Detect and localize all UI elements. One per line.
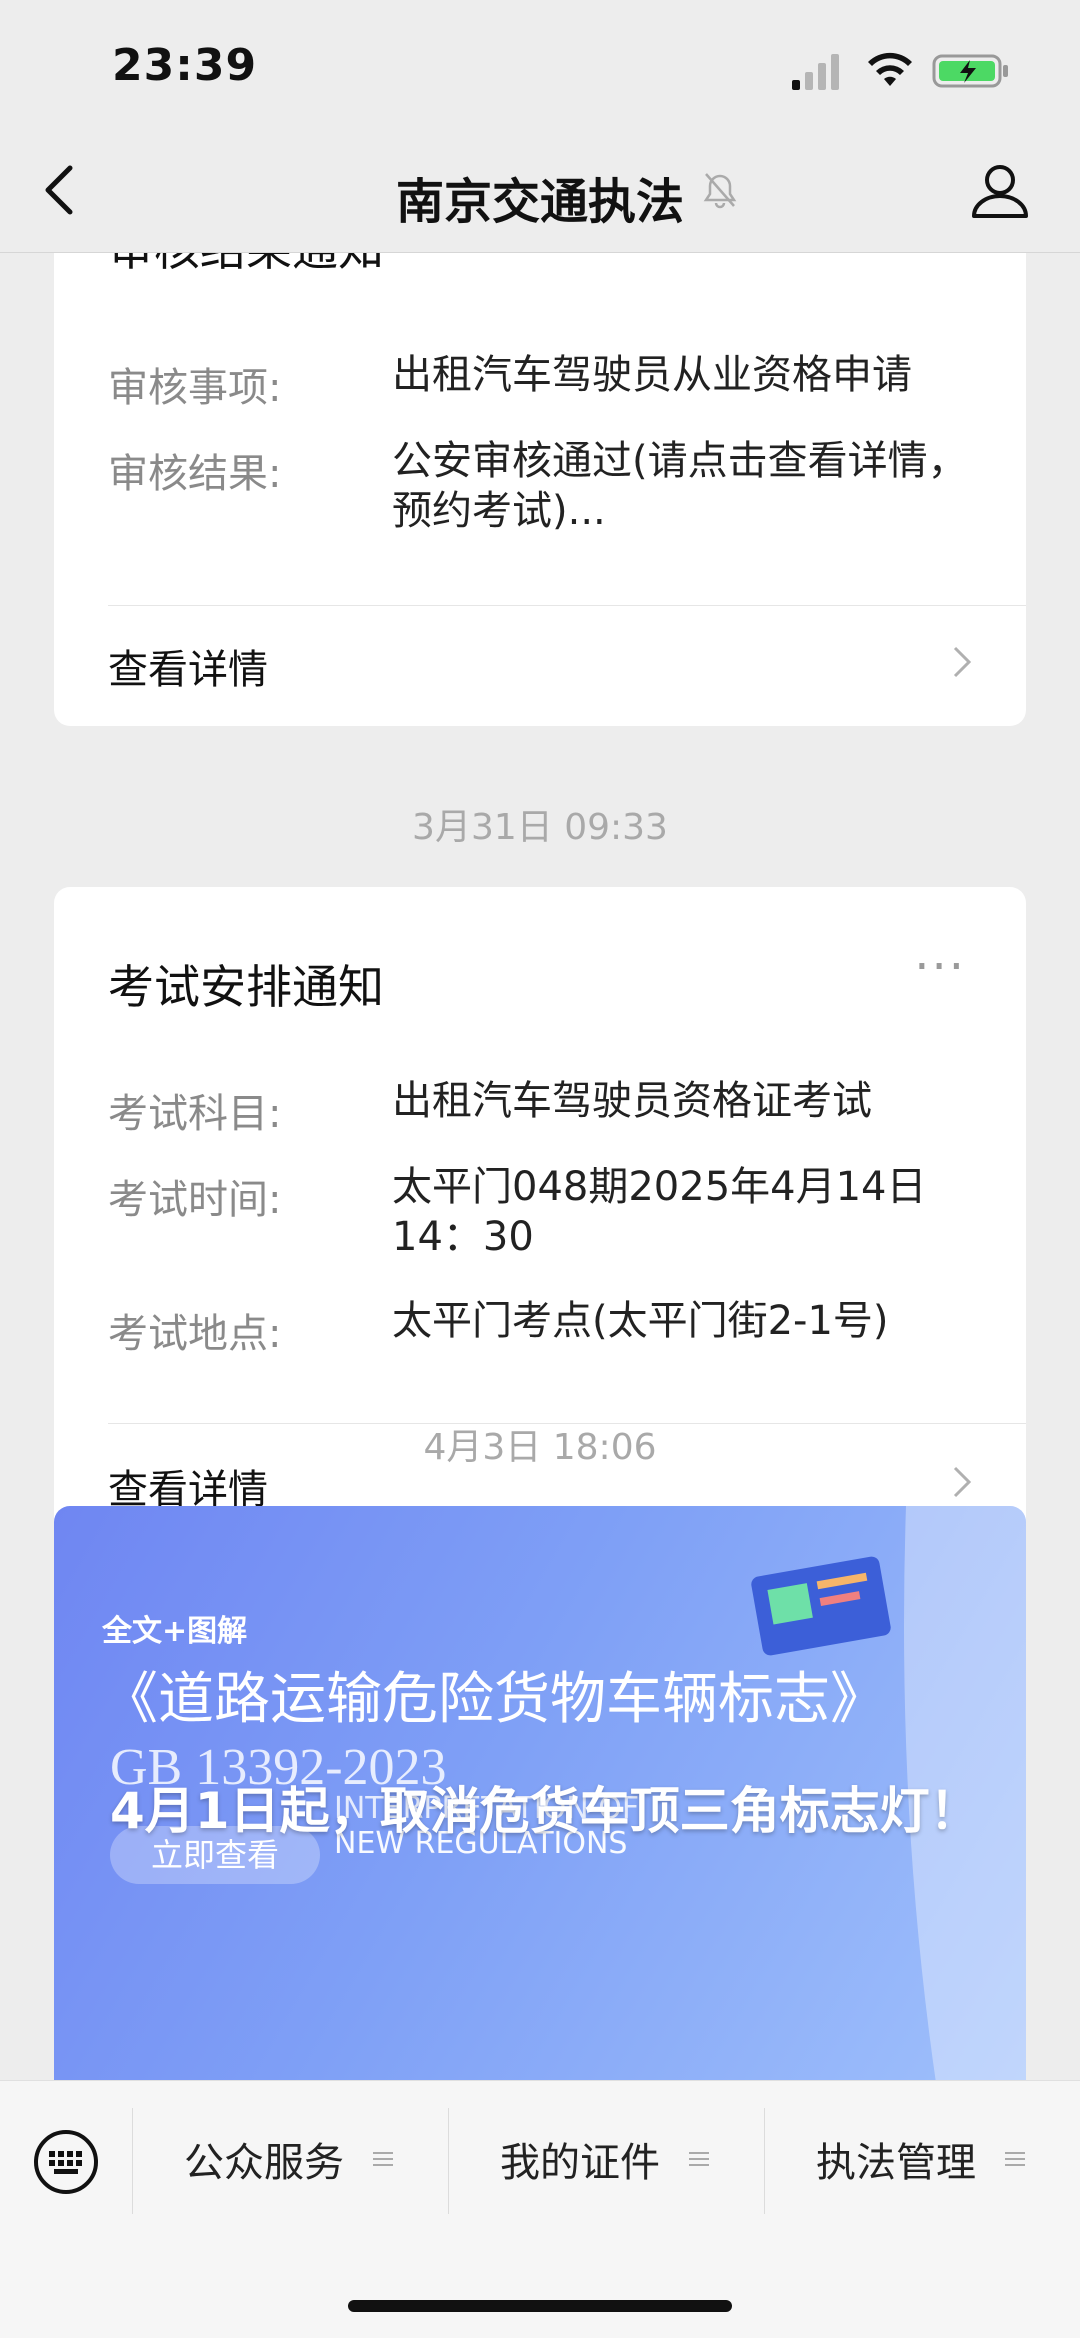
- row-value: 出租汽车驾驶员从业资格申请: [392, 352, 912, 398]
- review-result-card[interactable]: 审核结果通知 审核事项: 出租汽车驾驶员从业资格申请 审核结果: 公安审核通过(…: [54, 253, 1026, 726]
- chevron-right-icon: [953, 1466, 972, 1498]
- row-value: 太平门048期2025年4月14日14：30: [392, 1164, 927, 1260]
- menu-label: 执法管理: [816, 2140, 976, 2186]
- muted-bell-icon: [703, 173, 737, 209]
- menu-label: 公众服务: [184, 2140, 344, 2186]
- page-title: 南京交通执法: [395, 174, 684, 230]
- divider: [108, 605, 1026, 606]
- battery-charging-icon: [932, 54, 1008, 88]
- submenu-icon: [372, 2152, 393, 2166]
- banner-tag: 全文+图解: [102, 1614, 248, 1649]
- row-value: 出租汽车驾驶员资格证考试: [392, 1078, 872, 1124]
- message-timestamp: 4月3日 18:06: [423, 1427, 657, 1468]
- wifi-icon: [868, 52, 912, 86]
- more-options-icon[interactable]: ···: [914, 939, 966, 995]
- menu-label: 我的证件: [500, 2140, 660, 2186]
- menu-separator: [764, 2108, 765, 2214]
- menu-public-services[interactable]: 公众服务: [184, 2130, 393, 2190]
- submenu-icon: [1004, 2152, 1025, 2166]
- status-time: 23:39: [112, 40, 258, 91]
- cellular-signal-icon: [792, 54, 839, 90]
- article-banner[interactable]: 全文+图解 《道路运输危险货物车辆标志》 GB 13392-2023 INTER…: [54, 1506, 1026, 2083]
- profile-icon[interactable]: [970, 160, 1030, 220]
- keyboard-icon[interactable]: [32, 2128, 100, 2196]
- chevron-right-icon: [953, 646, 972, 678]
- view-details-link[interactable]: 查看详情: [108, 637, 268, 695]
- row-label: 审核事项:: [108, 365, 282, 411]
- article-title: 4月1日起，取消危货车顶三角标志灯！: [110, 1782, 980, 1840]
- menu-enforcement-management[interactable]: 执法管理: [816, 2130, 1025, 2190]
- card-title: 考试安排通知: [108, 960, 384, 1014]
- row-label: 考试时间:: [108, 1177, 282, 1223]
- menu-separator: [132, 2108, 133, 2214]
- home-indicator[interactable]: [348, 2300, 732, 2312]
- message-timestamp: 3月31日 09:33: [412, 807, 668, 848]
- row-label: 审核结果:: [108, 451, 282, 497]
- row-label: 考试科目:: [108, 1091, 282, 1137]
- submenu-icon: [688, 2152, 709, 2166]
- message-list[interactable]: 审核结果通知 审核事项: 出租汽车驾驶员从业资格申请 审核结果: 公安审核通过(…: [0, 253, 1080, 2083]
- menu-separator: [448, 2108, 449, 2214]
- card-title: 审核结果通知: [108, 253, 384, 279]
- row-label: 考试地点:: [108, 1311, 282, 1357]
- banner-heading: 《道路运输危险货物车辆标志》: [102, 1667, 886, 1732]
- row-value: 公安审核通过(请点击查看详情，预约考试)...: [392, 438, 968, 534]
- menu-my-certificates[interactable]: 我的证件: [500, 2130, 709, 2190]
- row-value: 太平门考点(太平门街2-1号): [392, 1298, 889, 1344]
